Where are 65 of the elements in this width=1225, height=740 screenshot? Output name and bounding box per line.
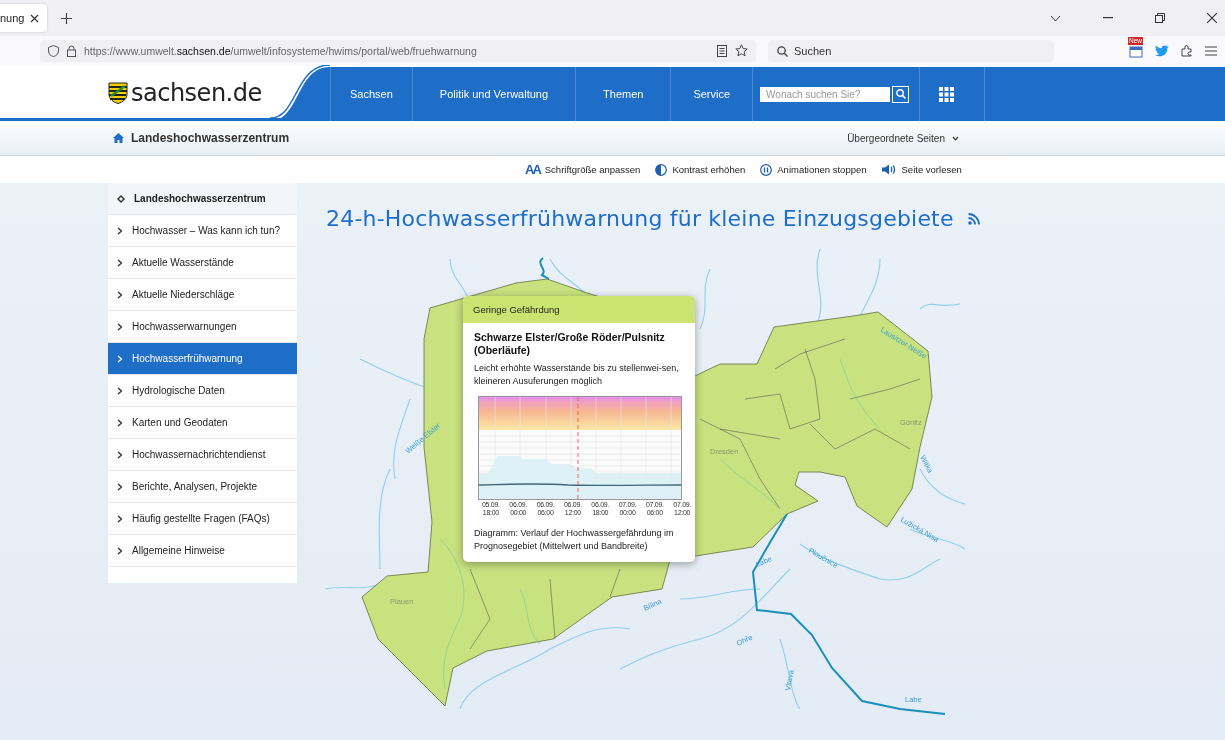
- contrast-icon: [655, 163, 668, 176]
- chevron-down-icon: [952, 135, 959, 141]
- chevron-right-icon: [117, 514, 123, 523]
- star-icon[interactable]: [735, 44, 748, 57]
- speaker-icon: [881, 164, 897, 175]
- chevron-down-icon[interactable]: [1050, 14, 1061, 22]
- sidebar-item[interactable]: Hochwasser – Was kann ich tun?: [108, 215, 297, 247]
- close-icon[interactable]: [30, 13, 40, 23]
- sidebar-item[interactable]: Häufig gestellte Fragen (FAQs): [108, 503, 297, 535]
- chevron-right-icon: [117, 418, 123, 427]
- chevron-right-icon: [117, 226, 123, 235]
- sidebar-item[interactable]: Hochwassernachrichtendienst: [108, 439, 297, 471]
- close-icon[interactable]: [1207, 13, 1217, 23]
- sidebar-item[interactable]: Landeshochwasserzentrum: [108, 183, 297, 215]
- site-logo[interactable]: sachsen.de: [131, 79, 262, 107]
- chevron-right-icon: [117, 482, 123, 491]
- restore-icon[interactable]: [1155, 13, 1165, 23]
- chart-caption: Diagramm: Verlauf der Hochwassergefährdung im Prognosegebiet (Mittelwert und Bandbreite): [474, 527, 675, 553]
- diamond-icon: [117, 194, 125, 203]
- home-icon[interactable]: [113, 133, 124, 143]
- address-field[interactable]: https://www.umwelt.sachsen.de/umwelt/infosysteme/hwims/portal/web/fruehwarnung: [40, 39, 756, 62]
- puzzle-icon[interactable]: [1181, 44, 1193, 57]
- menu-icon[interactable]: [1205, 45, 1217, 56]
- chevron-right-icon: [117, 322, 123, 331]
- sidebar-item[interactable]: Karten und Geodaten: [108, 407, 297, 439]
- minimize-icon[interactable]: [1103, 17, 1113, 19]
- font-size-icon: AA: [525, 162, 540, 177]
- page-title: 24-h-Hochwasserfrühwarnung für kleine Einzugsgebiete: [326, 206, 954, 231]
- sidebar-item[interactable]: Berichte, Analysen, Projekte: [108, 471, 297, 503]
- chevron-right-icon: [117, 546, 123, 555]
- browser-tab[interactable]: nung: [0, 4, 48, 32]
- search-button[interactable]: [892, 85, 910, 103]
- accessibility-link[interactable]: Seite vorlesen: [881, 164, 962, 175]
- accessibility-link[interactable]: Animationen stoppen: [760, 163, 867, 176]
- coat-of-arms-icon: [108, 82, 128, 104]
- chevron-right-icon: [117, 386, 123, 395]
- search-field[interactable]: Suchen: [768, 39, 1054, 62]
- chevron-right-icon: [117, 450, 123, 459]
- reader-icon[interactable]: [717, 44, 727, 57]
- parent-pages-dropdown[interactable]: Übergeordnete Seiten: [847, 132, 945, 144]
- sidebar-item[interactable]: Hochwasserfrühwarnung: [108, 343, 297, 375]
- breadcrumb-link[interactable]: Landeshochwasserzentrum: [131, 131, 290, 145]
- new-tab-icon[interactable]: [61, 12, 73, 24]
- sidebar-item[interactable]: Hydrologische Daten: [108, 375, 297, 407]
- url-text: https://www.umwelt.sachsen.de/umwelt/infosysteme/hwims/portal/web/fruehwarnung: [84, 44, 477, 57]
- chevron-right-icon: [117, 354, 123, 363]
- sidebar-item[interactable]: Aktuelle Wasserstände: [108, 247, 297, 279]
- accessibility-link[interactable]: Kontrast erhöhen: [655, 163, 746, 176]
- shield-icon[interactable]: [48, 44, 59, 57]
- warning-description: Leicht erhöhte Wasserstände bis zu stellenwei-sen, kleineren Ausuferungen möglich: [474, 362, 680, 388]
- calendar-icon[interactable]: [1129, 43, 1143, 58]
- search-icon: [777, 45, 788, 57]
- accessibility-link[interactable]: AA Schriftgröße anpassen: [525, 162, 641, 177]
- sidebar-item[interactable]: Allgemeine Hinweise: [108, 535, 297, 567]
- region-title: Schwarze Elster/Große Röder/Pulsnitz (Oberläufe): [474, 331, 666, 357]
- grid-menu-icon[interactable]: [939, 86, 955, 102]
- chevron-right-icon: [117, 258, 123, 267]
- lock-icon: [67, 44, 76, 57]
- bird-icon[interactable]: [1155, 44, 1169, 57]
- sidebar-item[interactable]: Aktuelle Niederschläge: [108, 279, 297, 311]
- rss-icon[interactable]: [967, 212, 980, 225]
- warning-level-header: Geringe Gefährdung: [463, 296, 695, 323]
- site-search-field[interactable]: Wonach suchen Sie?: [760, 86, 891, 102]
- pause-icon: [760, 163, 773, 176]
- chevron-right-icon: [117, 290, 123, 299]
